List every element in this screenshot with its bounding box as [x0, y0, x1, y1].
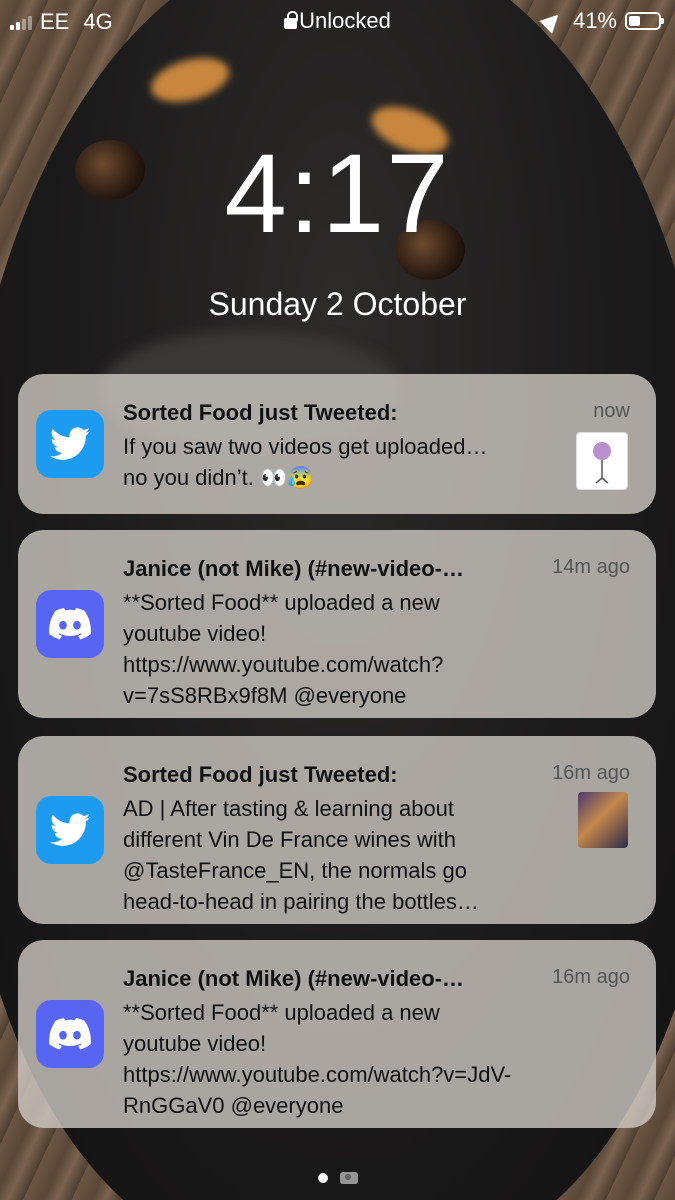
notification-time: 16m ago: [552, 966, 630, 988]
notification-title: Sorted Food just Tweeted:: [123, 762, 398, 787]
lock-screen-clock: 4:17: [224, 131, 451, 256]
notification-body: **Sorted Food** uploaded a new youtube v…: [123, 590, 444, 708]
notification-card[interactable]: Sorted Food just Tweeted: 16m ago AD | A…: [18, 736, 656, 924]
notification-card[interactable]: Janice (not Mike) (#new-video-… 14m ago …: [18, 530, 656, 718]
notification-title: Janice (not Mike) (#new-video-…: [123, 556, 465, 581]
notification-title: Sorted Food just Tweeted:: [123, 400, 398, 425]
unlocked-padlock-icon: [284, 11, 299, 29]
page-indicator: [0, 1172, 675, 1184]
location-arrow-icon: [539, 8, 565, 34]
notification-thumbnail: [576, 432, 628, 490]
camera-icon[interactable]: [339, 1172, 358, 1184]
notification-body: If you saw two videos get uploaded… no y…: [123, 434, 488, 490]
lock-status-label: Unlocked: [299, 8, 391, 33]
discord-icon: [36, 1000, 104, 1068]
notification-time: now: [593, 400, 630, 422]
notification-thumbnail: [578, 792, 628, 848]
notification-body: **Sorted Food** uploaded a new youtube v…: [123, 1000, 512, 1118]
notification-card[interactable]: Sorted Food just Tweeted: now If you saw…: [18, 374, 656, 514]
twitter-bird-icon: [36, 410, 104, 478]
battery-percent-label: 41%: [572, 8, 617, 33]
twitter-bird-icon: [36, 796, 104, 864]
lock-screen-date: Sunday 2 October: [208, 286, 467, 322]
notification-time: 16m ago: [552, 762, 630, 784]
battery-icon: [625, 12, 664, 30]
notification-title: Janice (not Mike) (#new-video-…: [123, 966, 465, 991]
notification-time: 14m ago: [552, 556, 630, 578]
page-dot-active: [317, 1173, 328, 1183]
notification-body: AD | After tasting & learning about diff…: [123, 796, 479, 914]
status-bar: EE 4G Unlocked 41%: [0, 0, 675, 44]
notification-card[interactable]: Janice (not Mike) (#new-video-… 16m ago …: [18, 940, 656, 1128]
discord-icon: [36, 590, 104, 658]
